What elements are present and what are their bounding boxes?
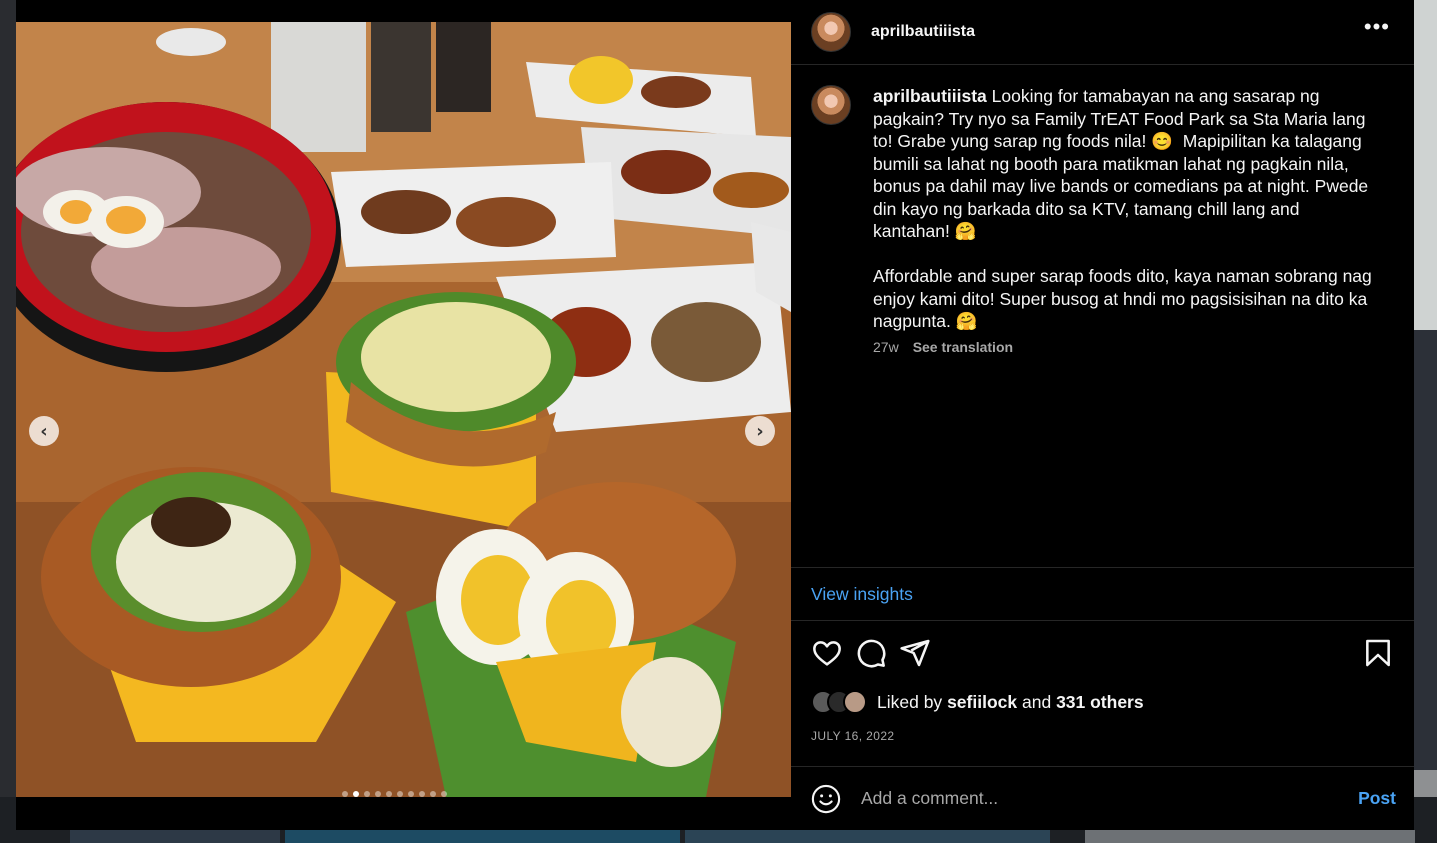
- carousel-dot: [441, 791, 447, 797]
- avatar[interactable]: [811, 85, 851, 125]
- see-translation-link[interactable]: See translation: [913, 339, 1013, 355]
- more-horizontal-icon: •••: [1363, 14, 1390, 39]
- liker-username[interactable]: sefiilock: [947, 692, 1017, 713]
- comment-icon[interactable]: [855, 637, 887, 669]
- carousel-dot: [419, 791, 425, 797]
- liker-avatars: [811, 690, 867, 714]
- carousel-dot: [430, 791, 436, 797]
- caption-meta: 27w See translation: [873, 339, 1391, 355]
- avatar[interactable]: [843, 690, 867, 714]
- action-bar: [811, 637, 1394, 671]
- avatar[interactable]: [811, 12, 851, 52]
- post-side-panel: aprilbautiiista ••• aprilbautiiista Look…: [791, 0, 1414, 830]
- carousel-dot: [342, 791, 348, 797]
- comment-bar: Post: [791, 766, 1414, 830]
- caption-text: aprilbautiiista Looking for tamabayan na…: [873, 85, 1373, 333]
- background-page-right-top: [1414, 0, 1437, 330]
- chevron-left-icon: ‹: [40, 420, 48, 442]
- background-thumbnail: [70, 830, 280, 843]
- insights-bar: View insights: [791, 567, 1414, 621]
- background-thumbnail: [1085, 830, 1415, 843]
- carousel-next-button[interactable]: ›: [745, 416, 775, 446]
- carousel-dot: [408, 791, 414, 797]
- author-username[interactable]: aprilbautiiista: [871, 23, 975, 41]
- post-media-carousel[interactable]: ‹ ›: [16, 22, 791, 797]
- carousel-dot: [353, 791, 359, 797]
- likes-conjunction: and: [1021, 691, 1052, 712]
- view-insights-link[interactable]: View insights: [811, 584, 913, 605]
- carousel-dot: [397, 791, 403, 797]
- caption-paragraph: Affordable and super sarap foods dito, k…: [873, 266, 1377, 331]
- like-heart-icon[interactable]: [811, 637, 843, 669]
- carousel-prev-button[interactable]: ‹: [29, 416, 59, 446]
- emoji-icon[interactable]: [811, 784, 841, 814]
- post-comment-button[interactable]: Post: [1358, 788, 1396, 809]
- more-options-button[interactable]: •••: [1364, 14, 1390, 40]
- caption-username[interactable]: aprilbautiiista: [873, 86, 987, 106]
- carousel-dot: [375, 791, 381, 797]
- share-send-icon[interactable]: [899, 637, 931, 669]
- save-bookmark-icon[interactable]: [1362, 637, 1394, 669]
- caption-block: aprilbautiiista Looking for tamabayan na…: [811, 85, 1391, 355]
- food-photo: [16, 22, 791, 797]
- carousel-dot: [364, 791, 370, 797]
- background-thumbnail: [285, 830, 680, 843]
- post-modal: ‹ › aprilbautiiista ••• aprilbautiiista …: [16, 0, 1414, 830]
- likes-prefix: Liked by: [877, 691, 943, 712]
- comment-input[interactable]: [861, 788, 1347, 809]
- post-header: aprilbautiiista •••: [791, 0, 1414, 65]
- post-age[interactable]: 27w: [873, 339, 899, 355]
- likes-summary: Liked by sefiilock and 331 others: [811, 690, 1144, 714]
- post-date[interactable]: JULY 16, 2022: [811, 729, 894, 743]
- caption-paragraph: Looking for tamabayan na ang sasarap ng …: [873, 86, 1374, 241]
- chevron-right-icon: ›: [756, 420, 764, 442]
- background-page-right-mid: [1414, 330, 1437, 770]
- likes-others-link[interactable]: 331 others: [1056, 692, 1144, 713]
- background-thumbnail: [685, 830, 1050, 843]
- carousel-indicator: [342, 791, 447, 797]
- carousel-dot: [386, 791, 392, 797]
